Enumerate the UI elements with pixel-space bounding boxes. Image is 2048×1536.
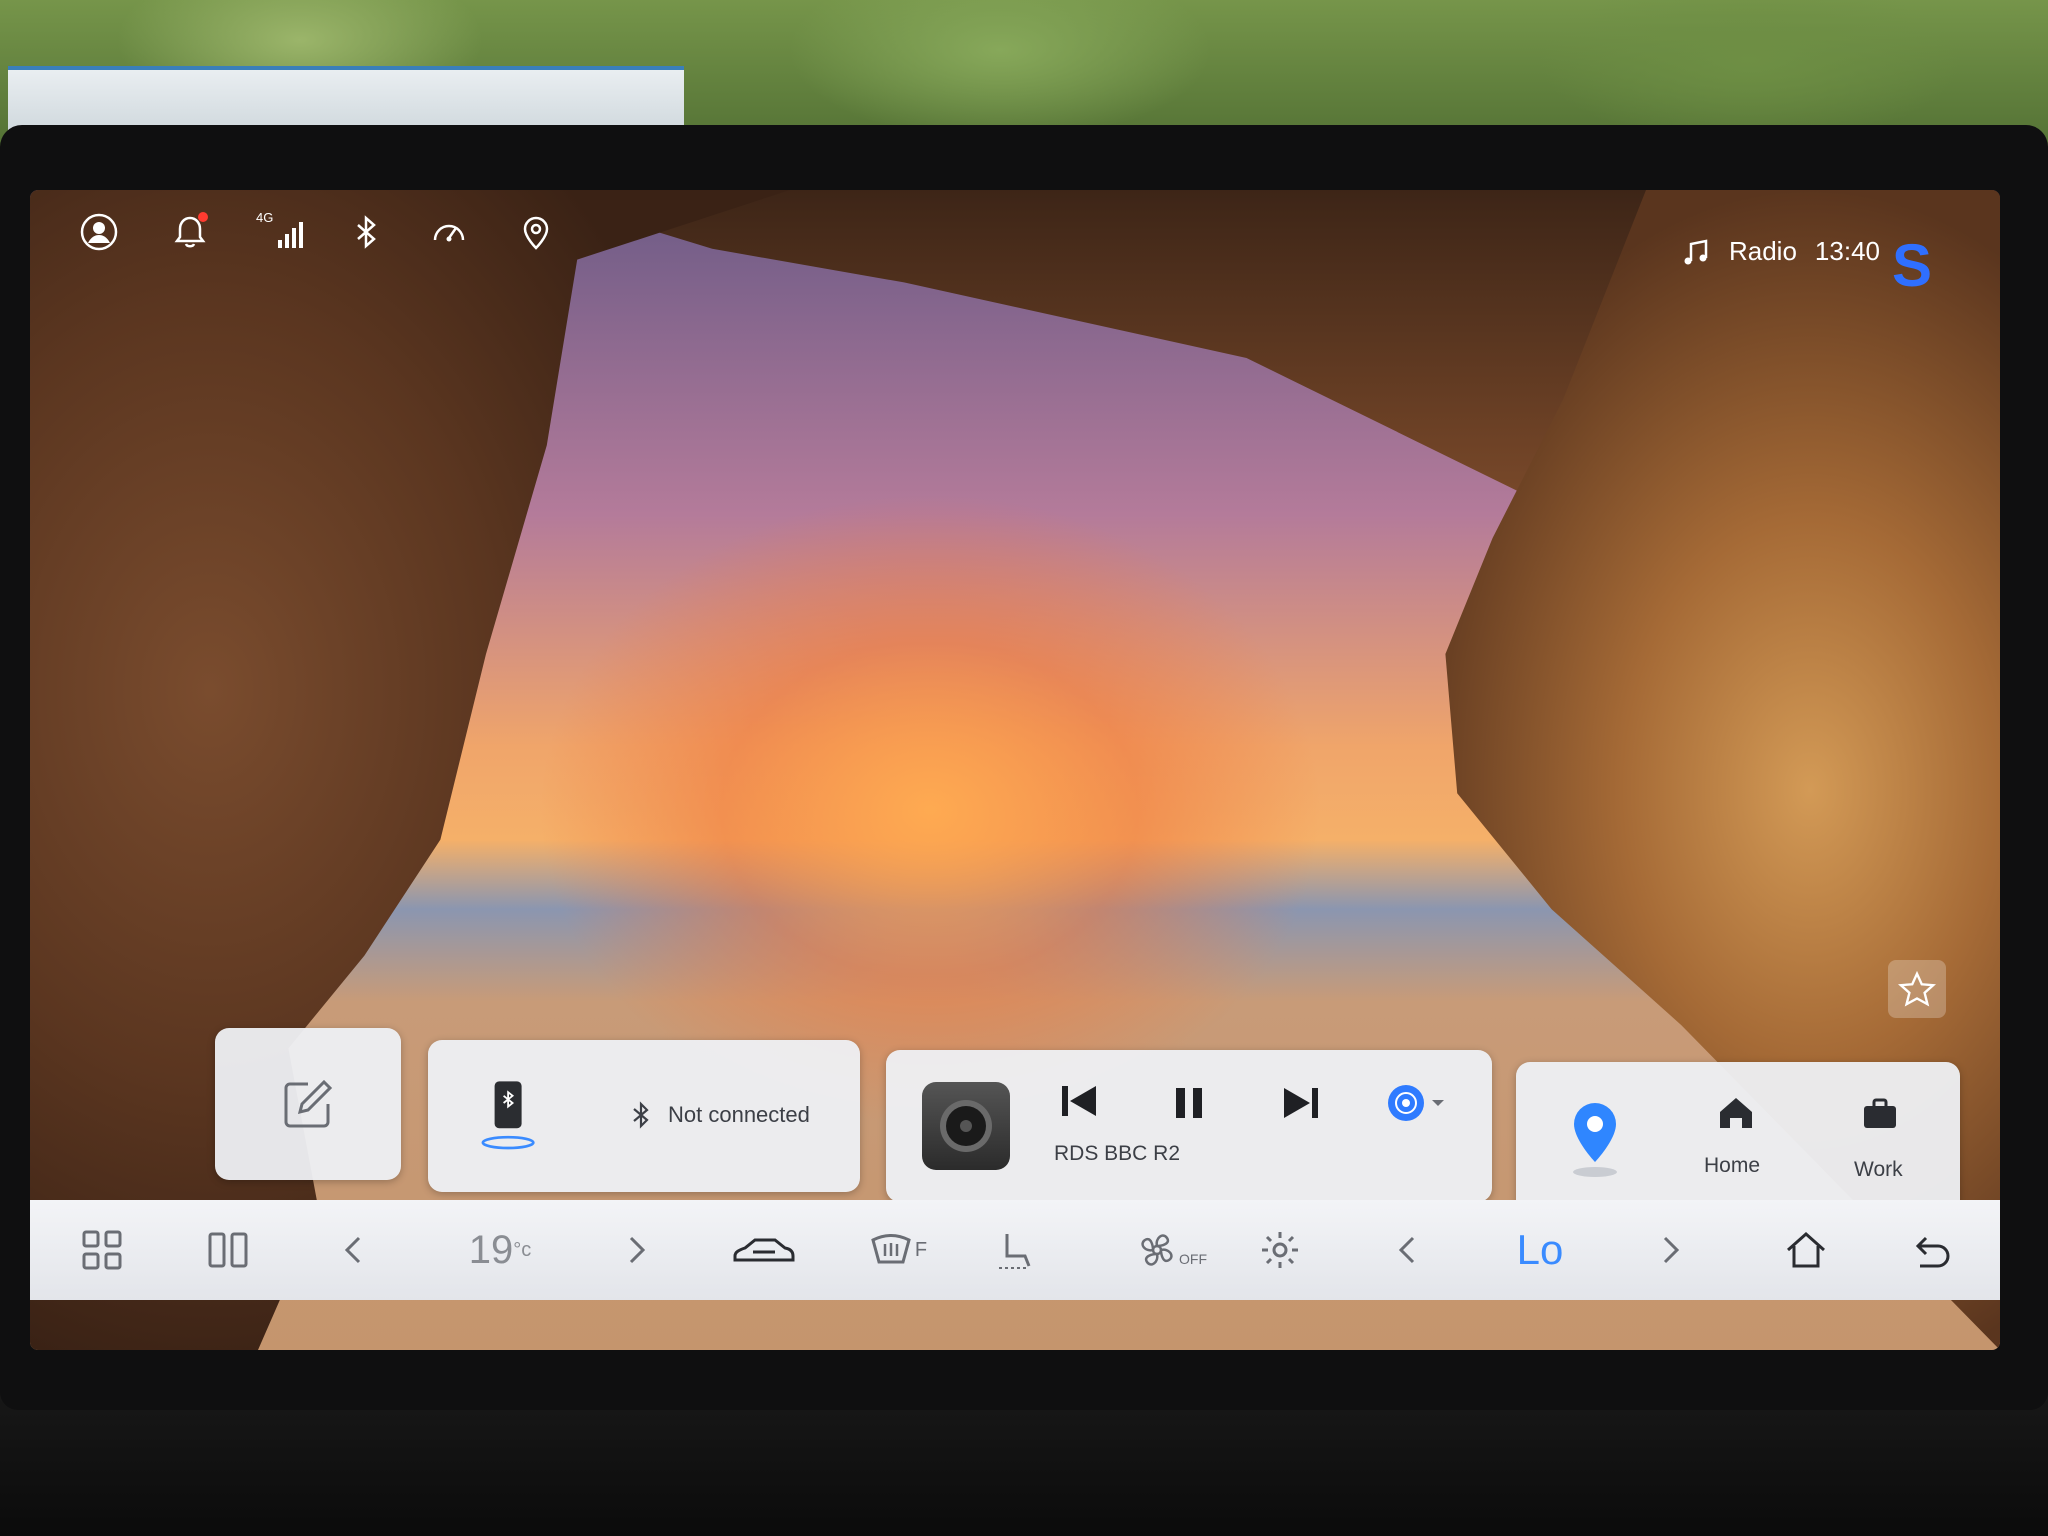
split-view-icon <box>208 1232 248 1268</box>
chevron-left-icon <box>1398 1236 1415 1264</box>
seat-icon <box>999 1234 1031 1269</box>
seat-heating-button[interactable] <box>980 1218 1050 1282</box>
left-temperature: 19 °c <box>440 1218 560 1282</box>
now-playing-source: Radio <box>1728 236 1797 266</box>
chevron-right-icon <box>629 1236 646 1264</box>
bluetooth-icon[interactable] <box>342 208 390 256</box>
chevron-right-icon <box>1663 1236 1680 1264</box>
infotainment-display: 4G Radio 13:40 S Not connected RDS BBC R… <box>30 190 2000 1350</box>
defrost-icon <box>871 1234 911 1264</box>
chevron-left-icon <box>344 1236 361 1264</box>
right-temp-increase-button[interactable] <box>1644 1218 1694 1282</box>
star-icon <box>1898 970 1936 1007</box>
album-art[interactable] <box>922 1082 1010 1170</box>
home-icon <box>1787 1231 1825 1268</box>
source-selector[interactable] <box>1386 1080 1456 1126</box>
temperature-unit: °c <box>513 1238 532 1261</box>
bottom-dock: 19 °c F OFF Lo <box>30 1200 2000 1300</box>
clock: 13:40 <box>1814 236 1880 266</box>
navigation-card: Home Work <box>1516 1062 1960 1218</box>
signal-icon: 4G <box>250 208 320 256</box>
bluetooth-phone-card[interactable]: Not connected <box>428 1040 860 1192</box>
back-arrow-icon <box>1915 1236 1950 1268</box>
previous-track-button[interactable] <box>1056 1078 1102 1124</box>
left-temp-increase-button[interactable] <box>610 1218 660 1282</box>
edit-widgets-card[interactable] <box>215 1028 401 1180</box>
bluetooth-status: Not connected <box>668 1102 810 1127</box>
station-name: RDS BBC R2 <box>1054 1142 1181 1165</box>
location-icon[interactable] <box>512 208 560 256</box>
home-button[interactable] <box>1774 1218 1838 1282</box>
skip-back-icon <box>1062 1086 1096 1116</box>
pause-button[interactable] <box>1166 1080 1212 1126</box>
settings-button[interactable] <box>1248 1218 1312 1282</box>
favorite-button[interactable] <box>1888 960 1946 1018</box>
network-label: 4G <box>256 210 274 225</box>
brand-logo[interactable]: S <box>1892 234 1932 298</box>
nav-home-shortcut[interactable]: Home <box>1686 1092 1786 1202</box>
app-grid-button[interactable] <box>70 1218 134 1282</box>
map-pin-icon[interactable] <box>1560 1096 1630 1186</box>
gear-icon <box>1262 1232 1298 1268</box>
work-label: Work <box>1854 1158 1903 1181</box>
left-temperature-value: 19 <box>468 1227 514 1272</box>
split-screen-button[interactable] <box>196 1218 260 1282</box>
grid-icon <box>82 1230 122 1270</box>
notification-dot <box>198 212 208 222</box>
back-button[interactable] <box>1902 1218 1966 1282</box>
next-track-button[interactable] <box>1278 1080 1324 1126</box>
fan-control-button[interactable]: OFF <box>1116 1218 1226 1282</box>
fan-icon <box>1141 1234 1173 1266</box>
home-icon <box>1720 1098 1752 1128</box>
now-playing-status[interactable]: Radio 13:40 <box>1681 236 1880 267</box>
air-recirculation-button[interactable] <box>722 1218 806 1282</box>
bell-icon[interactable] <box>166 208 214 256</box>
edit-icon <box>284 1079 333 1128</box>
bluetooth-icon <box>633 1101 649 1129</box>
media-player-card: RDS BBC R2 <box>886 1050 1492 1202</box>
skip-forward-icon <box>1284 1088 1318 1118</box>
music-note-icon <box>1684 238 1708 264</box>
briefcase-icon <box>1864 1098 1896 1128</box>
fan-state: OFF <box>1179 1251 1207 1267</box>
nav-work-shortcut[interactable]: Work <box>1832 1092 1932 1202</box>
right-temp-decrease-button[interactable] <box>1384 1218 1434 1282</box>
defrost-label: F <box>914 1238 928 1261</box>
home-label: Home <box>1704 1154 1761 1177</box>
pause-icon <box>1176 1088 1202 1118</box>
car-recirculation-icon <box>733 1238 795 1262</box>
phone-icon <box>481 1081 535 1150</box>
right-temperature: Lo <box>1516 1226 1564 1273</box>
gauge-icon[interactable] <box>425 208 473 256</box>
windshield-defrost-button[interactable]: F <box>856 1218 940 1282</box>
radio-source-icon <box>1388 1085 1444 1121</box>
user-icon[interactable] <box>75 208 123 256</box>
left-temp-decrease-button[interactable] <box>330 1218 380 1282</box>
